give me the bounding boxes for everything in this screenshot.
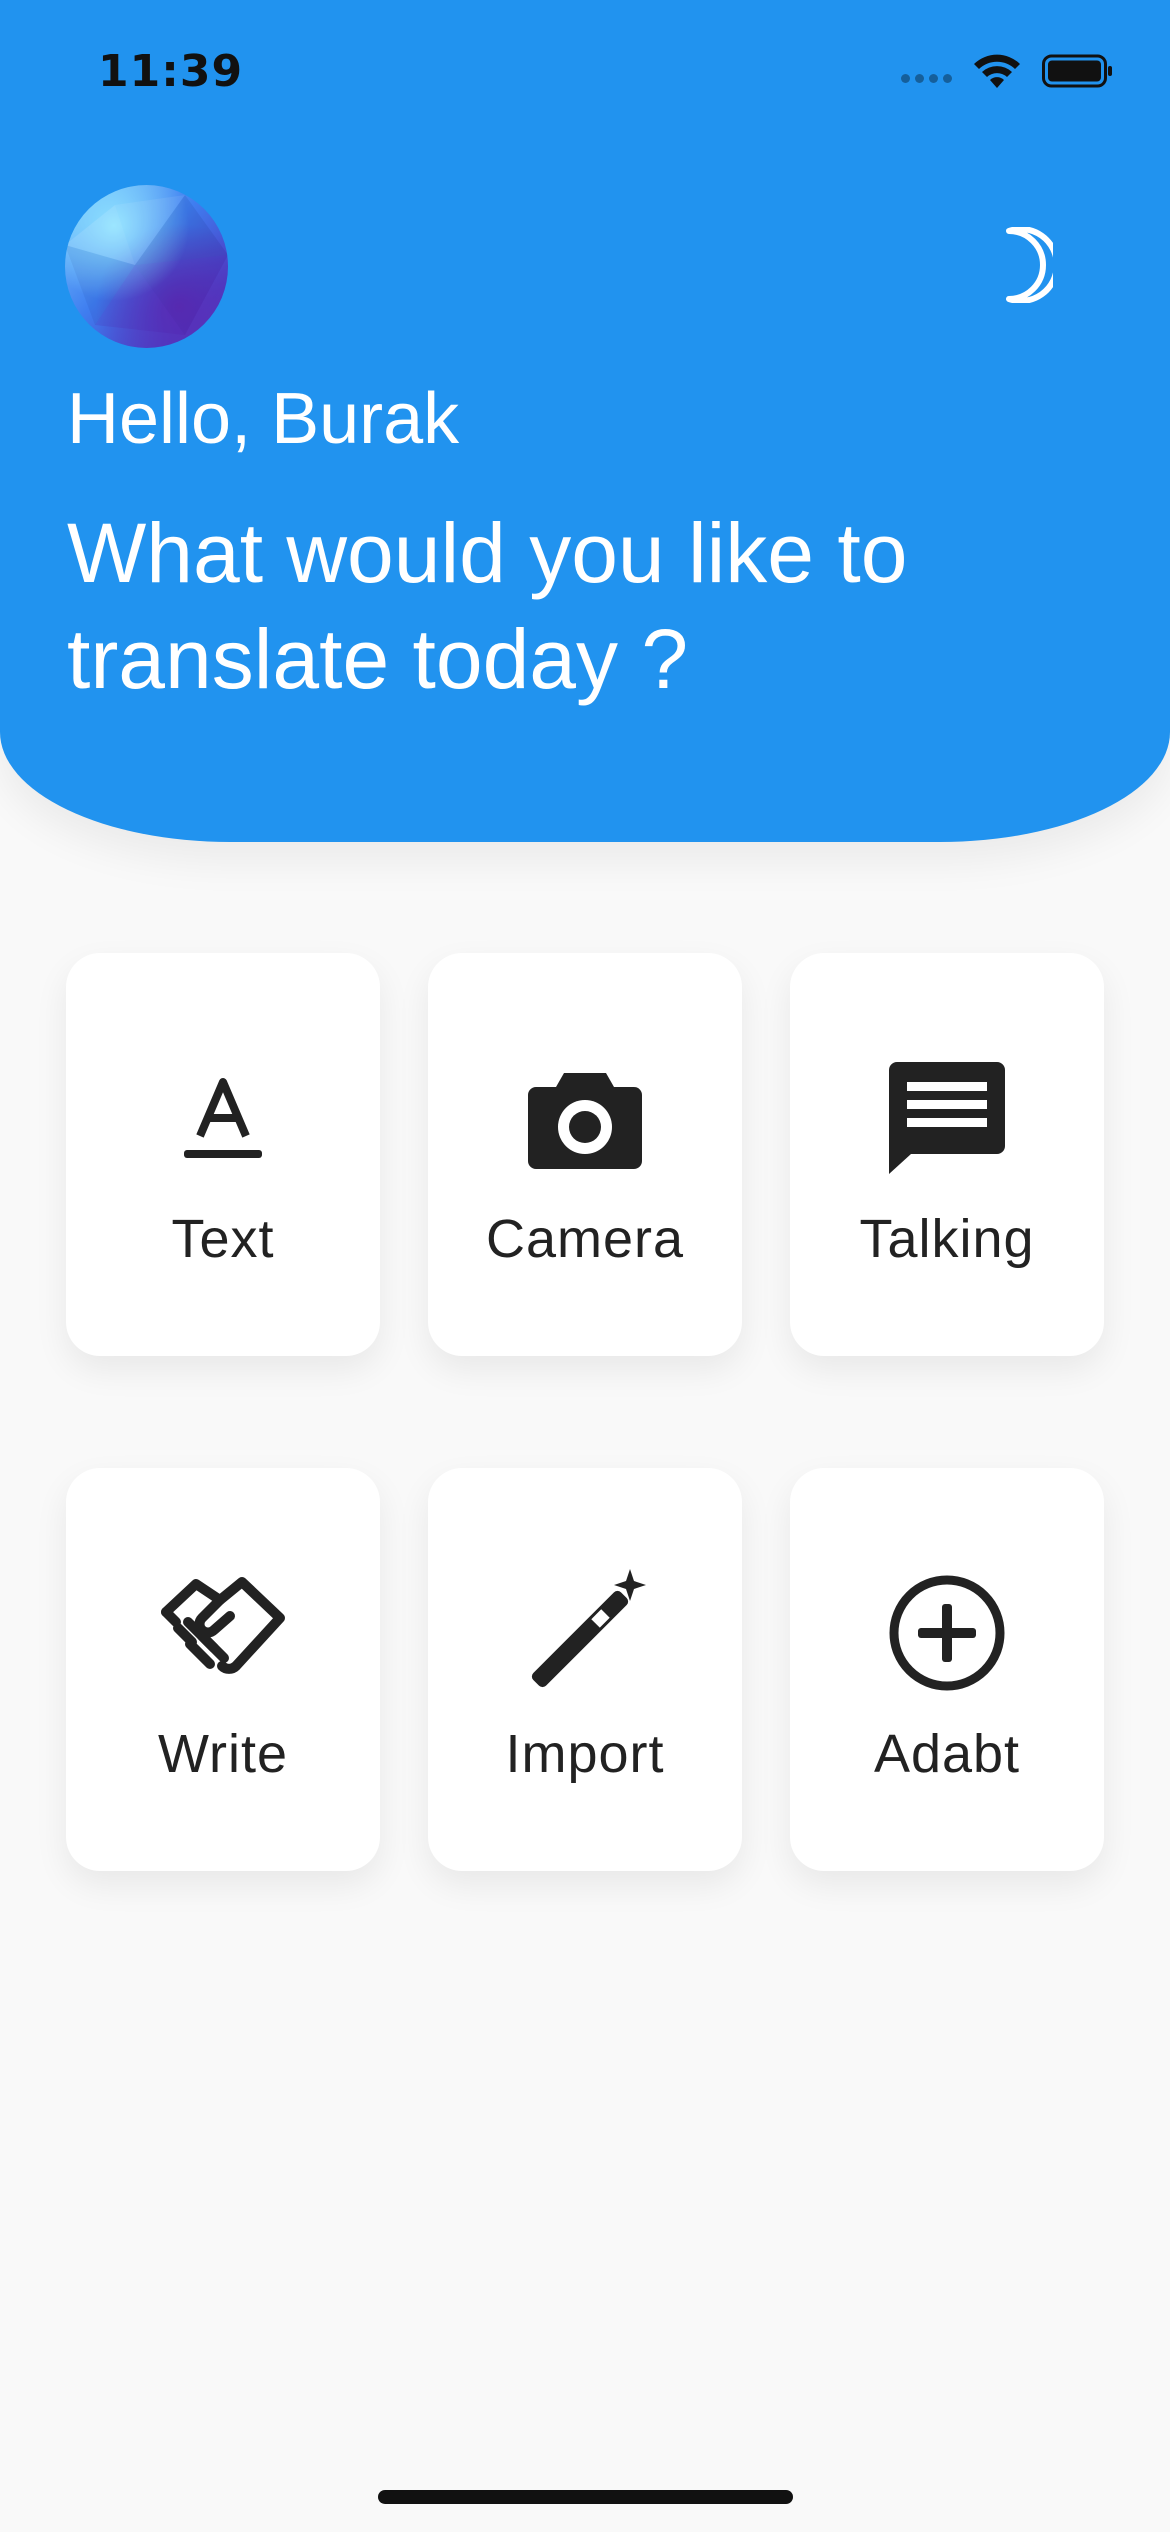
options-grid: Text Camera Talking Write Import Adabt xyxy=(66,953,1104,1871)
card-camera[interactable]: Camera xyxy=(428,953,742,1356)
card-adabt[interactable]: Adabt xyxy=(790,1468,1104,1871)
handshake-icon xyxy=(158,1568,288,1698)
card-label: Text xyxy=(171,1209,275,1269)
avatar[interactable] xyxy=(65,185,228,348)
card-label: Camera xyxy=(485,1209,685,1269)
cellular-signal-icon xyxy=(901,73,952,83)
wifi-icon xyxy=(974,54,1020,88)
battery-icon xyxy=(1042,54,1112,88)
card-text[interactable]: Text xyxy=(66,953,380,1356)
greeting-title: Hello, Burak xyxy=(67,379,460,459)
avatar-pattern xyxy=(65,195,228,335)
status-time: 11:39 xyxy=(98,46,244,97)
card-import[interactable]: Import xyxy=(428,1468,742,1871)
card-label: Adabt xyxy=(873,1724,1021,1784)
moon-icon xyxy=(1006,227,1053,303)
status-icons xyxy=(901,52,1114,90)
chat-bubble-icon xyxy=(882,1053,1012,1183)
card-label: Talking xyxy=(859,1209,1035,1269)
greeting-question: What would you like to translate today ? xyxy=(67,506,908,706)
camera-icon xyxy=(520,1053,650,1183)
card-write[interactable]: Write xyxy=(66,1468,380,1871)
magic-wand-icon xyxy=(520,1568,650,1698)
home-indicator[interactable] xyxy=(378,2490,793,2504)
card-label: Write xyxy=(157,1724,288,1784)
theme-toggle-button[interactable] xyxy=(982,222,1062,308)
card-label: Import xyxy=(505,1724,665,1784)
text-format-icon xyxy=(158,1053,288,1183)
add-circle-icon xyxy=(882,1568,1012,1698)
header-banner: 11:39 Hello, Burak What would you like t… xyxy=(0,0,1170,842)
card-talking[interactable]: Talking xyxy=(790,953,1104,1356)
